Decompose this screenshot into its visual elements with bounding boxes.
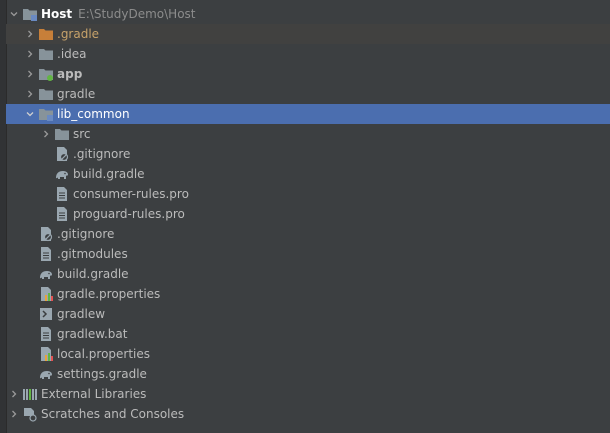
tree-row-settings-gradle[interactable]: settings.gradle — [6, 364, 610, 384]
tree-label: local.properties — [57, 347, 151, 361]
module-folder-icon — [38, 106, 54, 122]
ignore-file-icon — [54, 146, 70, 162]
properties-file-icon — [38, 346, 54, 362]
tree-label: build.gradle — [73, 167, 145, 181]
tree-label: gradle — [57, 87, 96, 101]
chevron-right-icon[interactable] — [38, 124, 54, 144]
tree-label: lib_common — [57, 107, 130, 121]
project-tree: Host E:\StudyDemo\Host .gradle .idea app… — [0, 0, 610, 433]
tree-label: Scratches and Consoles — [41, 407, 185, 421]
tree-row-app[interactable]: app — [6, 64, 610, 84]
scratches-icon — [22, 406, 38, 422]
tree-row-gradlew-bat[interactable]: gradlew.bat — [6, 324, 610, 344]
chevron-right-icon[interactable] — [6, 404, 22, 424]
excluded-folder-icon — [38, 26, 54, 42]
tree-row-gradle-folder[interactable]: gradle — [6, 84, 610, 104]
chevron-down-icon[interactable] — [22, 104, 38, 124]
tree-label: build.gradle — [57, 267, 129, 281]
tree-row-gitignore[interactable]: .gitignore — [6, 224, 610, 244]
tree-row-lib-common[interactable]: lib_common — [6, 104, 610, 124]
properties-file-icon — [38, 286, 54, 302]
tree-row-local-properties[interactable]: local.properties — [6, 344, 610, 364]
chevron-right-icon[interactable] — [22, 24, 38, 44]
module-folder-icon — [38, 66, 54, 82]
chevron-right-icon[interactable] — [22, 64, 38, 84]
chevron-right-icon[interactable] — [22, 84, 38, 104]
tree-row-proguard-rules[interactable]: proguard-rules.pro — [6, 204, 610, 224]
tree-row-lib-gitignore[interactable]: .gitignore — [6, 144, 610, 164]
text-file-icon — [38, 246, 54, 262]
text-file-icon — [38, 326, 54, 342]
tree-row-gradle-properties[interactable]: gradle.properties — [6, 284, 610, 304]
gradle-elephant-icon — [38, 266, 54, 282]
tree-row-scratches[interactable]: Scratches and Consoles — [6, 404, 610, 424]
tree-label: proguard-rules.pro — [73, 207, 185, 221]
folder-icon — [38, 46, 54, 62]
tree-row-gradlew[interactable]: gradlew — [6, 304, 610, 324]
tree-row-build-gradle[interactable]: build.gradle — [6, 264, 610, 284]
tree-label: Host — [41, 7, 73, 21]
folder-icon — [54, 126, 70, 142]
terminal-icon — [38, 306, 54, 322]
gradle-elephant-icon — [38, 366, 54, 382]
tree-label: gradlew.bat — [57, 327, 128, 341]
tree-label: src — [73, 127, 91, 141]
chevron-down-icon[interactable] — [6, 4, 22, 24]
tree-label: gradlew — [57, 307, 106, 321]
ignore-file-icon — [38, 226, 54, 242]
tree-label: consumer-rules.pro — [73, 187, 189, 201]
tree-label: gradle.properties — [57, 287, 161, 301]
tree-label: settings.gradle — [57, 367, 147, 381]
tree-label: .gitignore — [57, 227, 115, 241]
text-file-icon — [54, 206, 70, 222]
gradle-elephant-icon — [54, 166, 70, 182]
tree-row-idea[interactable]: .idea — [6, 44, 610, 64]
tree-row-consumer-rules[interactable]: consumer-rules.pro — [6, 184, 610, 204]
chevron-right-icon[interactable] — [6, 384, 22, 404]
chevron-right-icon[interactable] — [22, 44, 38, 64]
tree-row-gitmodules[interactable]: .gitmodules — [6, 244, 610, 264]
tree-label: .gitignore — [73, 147, 131, 161]
libraries-icon — [22, 386, 38, 402]
project-path: E:\StudyDemo\Host — [78, 7, 196, 21]
tree-label: app — [57, 67, 83, 81]
tree-row-lib-build-gradle[interactable]: build.gradle — [6, 164, 610, 184]
tree-row-gradle-dir[interactable]: .gradle — [6, 24, 610, 44]
text-file-icon — [54, 186, 70, 202]
tree-label: .idea — [57, 47, 87, 61]
tree-label: .gitmodules — [57, 247, 128, 261]
tree-row-src[interactable]: src — [6, 124, 610, 144]
module-folder-icon — [22, 6, 38, 22]
tree-row-host[interactable]: Host E:\StudyDemo\Host — [6, 4, 610, 24]
folder-icon — [38, 86, 54, 102]
tree-label: .gradle — [57, 27, 100, 41]
tree-label: External Libraries — [41, 387, 147, 401]
tree-row-external-libraries[interactable]: External Libraries — [6, 384, 610, 404]
